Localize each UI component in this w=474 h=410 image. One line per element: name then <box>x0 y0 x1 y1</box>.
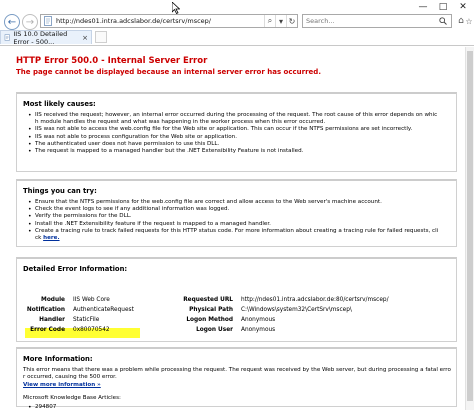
list-item: IIS was not able to access the web.confi… <box>28 126 456 133</box>
search-box[interactable] <box>302 14 452 28</box>
detail-value: C:\Windows\system32\CertSrv\mscep\ <box>241 307 352 313</box>
detail-label: Handler <box>39 317 65 323</box>
causes-box: Most likely causes: IIS received the req… <box>16 92 457 172</box>
detail-label: Error Code <box>30 327 65 333</box>
page-icon <box>44 16 52 26</box>
list-item: IIS was not able to process configuratio… <box>28 134 456 141</box>
browser-chrome: — □ ✕ ← → http://ndes01.intra.adcslabor.… <box>0 0 474 46</box>
new-tab-button[interactable] <box>95 31 107 43</box>
tab-page-icon <box>4 34 10 41</box>
list-item: The request is mapped to a managed handl… <box>28 148 456 155</box>
more-info-text-line: This error means that there was a proble… <box>23 367 451 373</box>
kb-list: 294807 <box>28 404 456 410</box>
detail-label: Notification <box>26 307 65 313</box>
detail-heading: Detailed Error Information: <box>23 265 128 273</box>
search-icon[interactable] <box>435 15 451 27</box>
mouse-cursor-icon <box>172 2 180 14</box>
vertical-scrollbar[interactable] <box>465 47 474 410</box>
detail-value: 0x80070542 <box>73 327 110 333</box>
detail-value: StaticFile <box>73 317 100 323</box>
more-info-heading: More Information: <box>23 355 93 363</box>
list-item: IIS received the request; however, an in… <box>28 112 456 119</box>
close-window-button[interactable]: ✕ <box>454 1 472 13</box>
list-item: Ensure that the NTFS permissions for the… <box>28 199 456 206</box>
list-item-continuation: ck here. <box>35 235 456 242</box>
more-info-box: More Information: This error means that … <box>16 347 457 410</box>
maximize-button[interactable]: □ <box>434 1 452 13</box>
browser-tab[interactable]: IIS 10.0 Detailed Error - 500... × <box>0 29 92 46</box>
back-arrow-icon: ← <box>7 16 17 28</box>
view-more-information-link[interactable]: View more information » <box>23 382 101 388</box>
dropdown-arrow-icon[interactable]: ▾ <box>275 15 286 27</box>
causes-heading: Most likely causes: <box>23 100 96 108</box>
search-dropdown-icon[interactable]: ⌕ <box>264 15 275 27</box>
minimize-button[interactable]: — <box>414 1 432 13</box>
error-subtitle: The page cannot be displayed because an … <box>16 68 321 76</box>
detail-label: Logon User <box>196 327 233 333</box>
detail-value: Anonymous <box>241 317 276 323</box>
list-item: The authenticated user does not have per… <box>28 141 456 148</box>
tab-title: IIS 10.0 Detailed Error - 500... <box>13 29 68 46</box>
list-item: Verify the permissions for the DLL. <box>28 213 456 220</box>
try-list: Ensure that the NTFS permissions for the… <box>28 199 456 242</box>
list-item: 294807 <box>28 404 456 410</box>
detail-label: Physical Path <box>189 307 233 313</box>
list-item-continuation: h module handles the request and what wa… <box>35 119 456 126</box>
try-heading: Things you can try: <box>23 187 97 195</box>
list-item-continuation-text: h module handles the request and what wa… <box>35 119 326 126</box>
list-item-continuation-text: ck <box>35 235 42 242</box>
error-header: HTTP Error 500.0 - Internal Server Error… <box>0 47 474 83</box>
kb-label: Microsoft Knowledge Base Articles: <box>23 394 121 401</box>
address-bar[interactable]: http://ndes01.intra.adcslabor.de/certsrv… <box>40 14 298 28</box>
detail-label: Logon Method <box>186 317 233 323</box>
causes-list: IIS received the request; however, an in… <box>28 112 456 155</box>
detail-value: Anonymous <box>241 327 276 333</box>
more-info-text: This error means that there was a proble… <box>23 367 456 402</box>
url-text[interactable]: http://ndes01.intra.adcslabor.de/certsrv… <box>56 17 264 25</box>
search-input[interactable] <box>303 17 435 25</box>
detail-label: Requested URL <box>183 297 233 303</box>
back-button[interactable]: ← <box>4 14 20 30</box>
detail-value: http://ndes01.intra.adcslabor.de:80/cert… <box>241 297 389 303</box>
forward-arrow-icon: → <box>25 16 35 28</box>
list-item: Check the event logs to see if any addit… <box>28 206 456 213</box>
detail-value: AuthenticateRequest <box>73 307 134 313</box>
detail-box: Detailed Error Information: Module IIS We… <box>16 257 457 342</box>
detail-value: IIS Web Core <box>73 297 110 303</box>
here-link[interactable]: here. <box>43 235 59 241</box>
forward-button[interactable]: → <box>22 14 38 30</box>
list-item: Install the .NET Extensibility feature i… <box>28 221 456 228</box>
favorites-icon[interactable]: ☆ <box>464 14 474 28</box>
refresh-icon[interactable]: ↻ <box>286 15 297 27</box>
scrollbar-thumb[interactable] <box>467 51 473 401</box>
page-content: HTTP Error 500.0 - Internal Server Error… <box>0 47 474 410</box>
tab-close-icon[interactable]: × <box>82 34 88 42</box>
list-item: Create a tracing rule to track failed re… <box>28 228 456 235</box>
error-title: HTTP Error 500.0 - Internal Server Error <box>16 56 208 66</box>
try-box: Things you can try: Ensure that the NTFS… <box>16 179 457 247</box>
detail-label: Module <box>41 297 65 303</box>
more-info-text-line: r occurred, causing the 500 error. <box>23 374 117 381</box>
